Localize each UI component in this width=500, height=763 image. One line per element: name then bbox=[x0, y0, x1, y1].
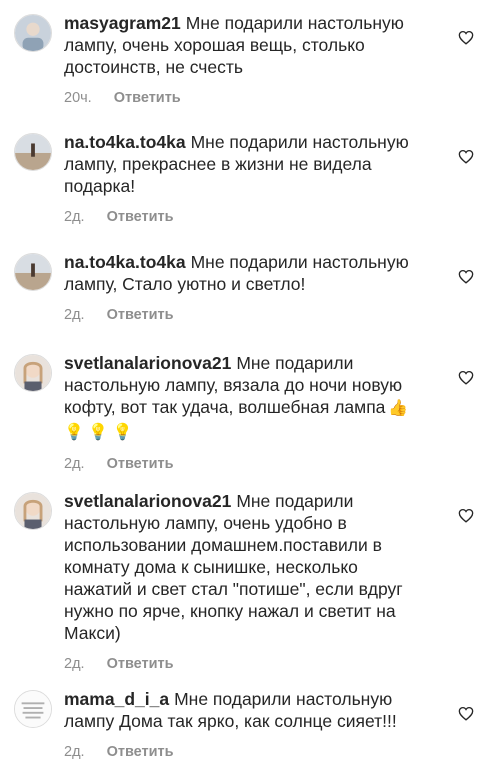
comment-text: svetlanalarionova21 Мне подарили настольн… bbox=[64, 490, 424, 644]
comment-body: Мне подарили настольную лампу, очень удо… bbox=[64, 491, 403, 643]
comment-username[interactable]: na.to4ka.to4ka bbox=[64, 252, 186, 272]
comment-text: svetlanalarionova21 Мне подарили настольн… bbox=[64, 352, 424, 444]
comment-time: 20ч. bbox=[64, 90, 92, 106]
comment-meta: 2д. Ответить bbox=[64, 307, 424, 323]
comment-time: 2д. bbox=[64, 456, 85, 472]
heart-outline-icon[interactable] bbox=[458, 508, 474, 523]
comment-meta: 2д. Ответить bbox=[64, 456, 424, 472]
comment-text: mama_d_i_a Мне подарили настольную лампу … bbox=[64, 688, 424, 732]
avatar[interactable] bbox=[14, 690, 52, 728]
comment-text: masyagram21 Мне подарили настольную лампу… bbox=[64, 12, 424, 78]
comment-time: 2д. bbox=[64, 209, 85, 225]
comment-time: 2д. bbox=[64, 656, 85, 672]
comment-username[interactable]: svetlanalarionova21 bbox=[64, 491, 231, 511]
comment-username[interactable]: masyagram21 bbox=[64, 13, 181, 33]
heart-outline-icon[interactable] bbox=[458, 370, 474, 385]
comment-time: 2д. bbox=[64, 744, 85, 760]
comment-username[interactable]: svetlanalarionova21 bbox=[64, 353, 231, 373]
heart-outline-icon[interactable] bbox=[458, 706, 474, 721]
comment-meta: 20ч. Ответить bbox=[64, 90, 424, 106]
reply-button[interactable]: Ответить bbox=[107, 307, 174, 323]
avatar[interactable] bbox=[14, 253, 52, 291]
comment-username[interactable]: na.to4ka.to4ka bbox=[64, 132, 186, 152]
reply-button[interactable]: Ответить bbox=[107, 744, 174, 760]
heart-outline-icon[interactable] bbox=[458, 149, 474, 164]
avatar[interactable] bbox=[14, 133, 52, 171]
comment-username[interactable]: mama_d_i_a bbox=[64, 689, 169, 709]
comment-text: na.to4ka.to4ka Мне подарили настольную ла… bbox=[64, 251, 424, 295]
reply-button[interactable]: Ответить bbox=[114, 90, 181, 106]
reply-button[interactable]: Ответить bbox=[107, 209, 174, 225]
heart-outline-icon[interactable] bbox=[458, 30, 474, 45]
avatar[interactable] bbox=[14, 354, 52, 392]
avatar[interactable] bbox=[14, 14, 52, 52]
comment-meta: 2д. Ответить bbox=[64, 744, 424, 760]
comment-meta: 2д. Ответить bbox=[64, 209, 424, 225]
reply-button[interactable]: Ответить bbox=[107, 456, 174, 472]
heart-outline-icon[interactable] bbox=[458, 269, 474, 284]
comment-meta: 2д. Ответить bbox=[64, 656, 424, 672]
reply-button[interactable]: Ответить bbox=[107, 656, 174, 672]
comment-time: 2д. bbox=[64, 307, 85, 323]
avatar[interactable] bbox=[14, 492, 52, 530]
comment-text: na.to4ka.to4ka Мне подарили настольную ла… bbox=[64, 131, 424, 197]
